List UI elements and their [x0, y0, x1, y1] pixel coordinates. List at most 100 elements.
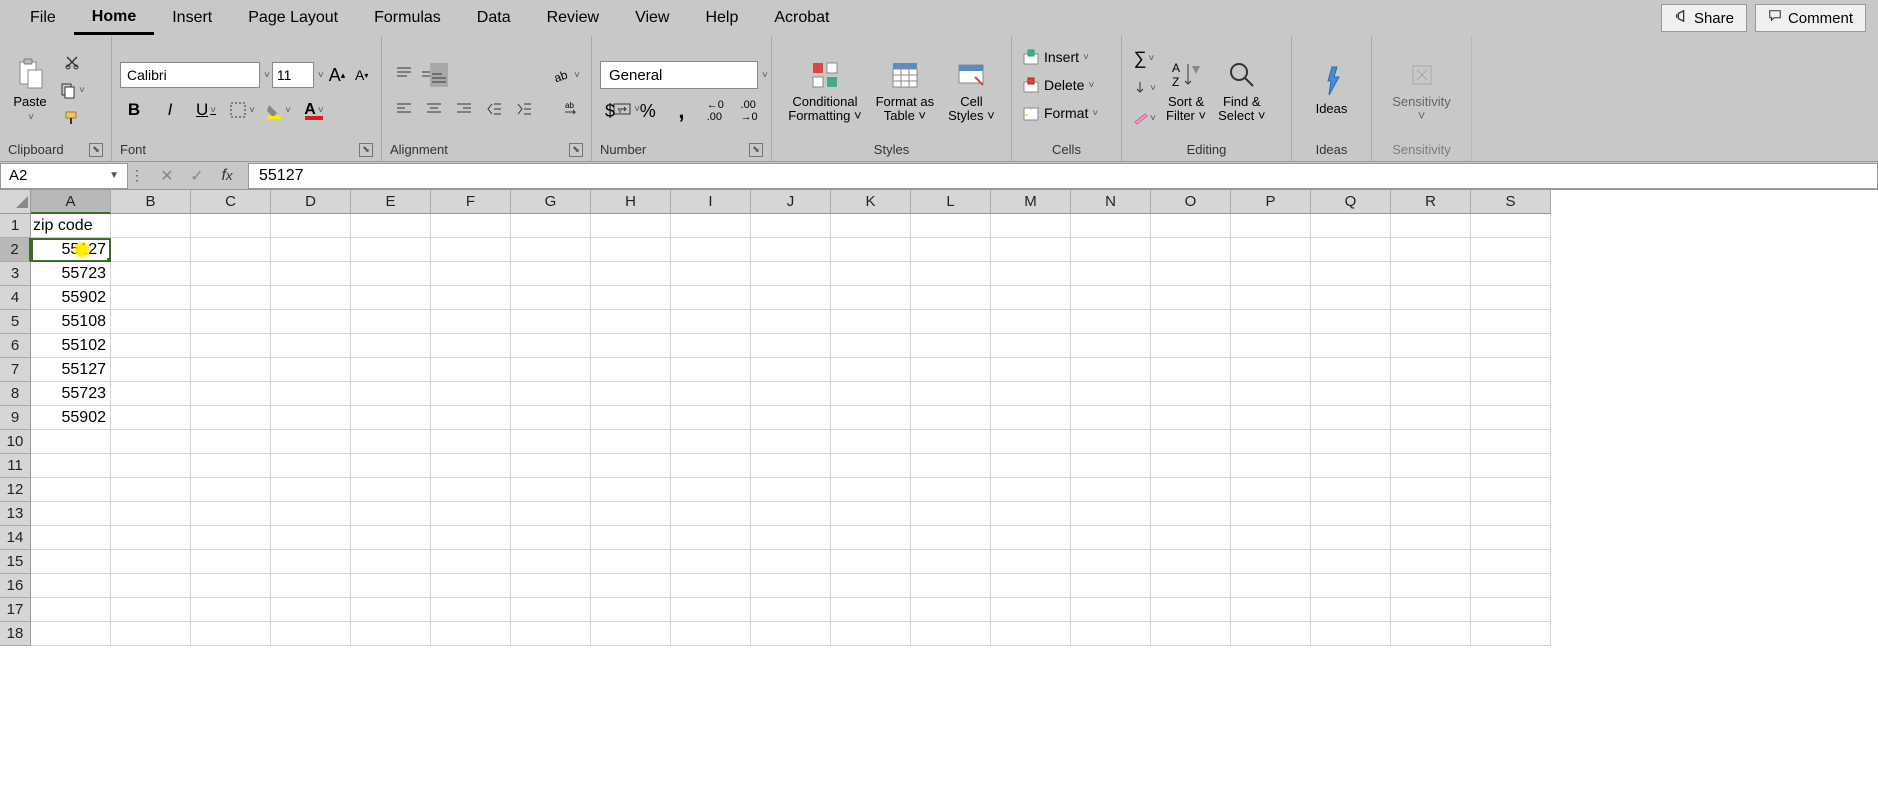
- cell[interactable]: [591, 382, 671, 406]
- cell[interactable]: [351, 238, 431, 262]
- cell[interactable]: [831, 574, 911, 598]
- row-header[interactable]: 16: [0, 574, 31, 598]
- cell[interactable]: [751, 358, 831, 382]
- cell[interactable]: [1311, 550, 1391, 574]
- cell[interactable]: [991, 358, 1071, 382]
- align-left-button[interactable]: [390, 97, 418, 121]
- cell[interactable]: [431, 454, 511, 478]
- cell[interactable]: [271, 430, 351, 454]
- cell[interactable]: [671, 238, 751, 262]
- cell[interactable]: [271, 598, 351, 622]
- cell[interactable]: [591, 598, 671, 622]
- cell[interactable]: [271, 454, 351, 478]
- cell[interactable]: [1071, 598, 1151, 622]
- cell[interactable]: [431, 598, 511, 622]
- cell[interactable]: [911, 574, 991, 598]
- cell[interactable]: [911, 478, 991, 502]
- cell[interactable]: [591, 430, 671, 454]
- number-format-input[interactable]: [600, 61, 758, 89]
- cell[interactable]: [831, 262, 911, 286]
- cell[interactable]: [271, 238, 351, 262]
- cell[interactable]: [1471, 574, 1551, 598]
- cell[interactable]: [511, 430, 591, 454]
- italic-button[interactable]: I: [156, 98, 184, 122]
- cell[interactable]: [751, 214, 831, 238]
- cell[interactable]: [111, 406, 191, 430]
- cell[interactable]: [1311, 406, 1391, 430]
- cell[interactable]: [671, 598, 751, 622]
- cell[interactable]: [351, 430, 431, 454]
- cell[interactable]: [351, 574, 431, 598]
- cell[interactable]: [831, 214, 911, 238]
- column-header[interactable]: K: [831, 190, 911, 214]
- cell[interactable]: [511, 262, 591, 286]
- column-header[interactable]: M: [991, 190, 1071, 214]
- cell[interactable]: [1311, 454, 1391, 478]
- cell[interactable]: [191, 238, 271, 262]
- cell[interactable]: [991, 214, 1071, 238]
- column-header[interactable]: R: [1391, 190, 1471, 214]
- column-header[interactable]: O: [1151, 190, 1231, 214]
- column-header[interactable]: N: [1071, 190, 1151, 214]
- cell[interactable]: [511, 454, 591, 478]
- cell[interactable]: [111, 622, 191, 646]
- cell[interactable]: [111, 382, 191, 406]
- cell[interactable]: [1071, 406, 1151, 430]
- cell[interactable]: [1391, 550, 1471, 574]
- cell[interactable]: [831, 598, 911, 622]
- cell[interactable]: [1311, 262, 1391, 286]
- cell[interactable]: [271, 622, 351, 646]
- cell[interactable]: [1391, 574, 1471, 598]
- select-all-corner[interactable]: [0, 190, 31, 214]
- cell[interactable]: [1311, 238, 1391, 262]
- cell[interactable]: [31, 622, 111, 646]
- row-header[interactable]: 14: [0, 526, 31, 550]
- cell[interactable]: [1231, 358, 1311, 382]
- cell[interactable]: [1231, 454, 1311, 478]
- cell[interactable]: [191, 358, 271, 382]
- cell[interactable]: [271, 382, 351, 406]
- cell[interactable]: [1471, 406, 1551, 430]
- cell[interactable]: [271, 358, 351, 382]
- cell[interactable]: [1071, 478, 1151, 502]
- cell[interactable]: [431, 310, 511, 334]
- column-header[interactable]: E: [351, 190, 431, 214]
- cell[interactable]: [1071, 430, 1151, 454]
- cell[interactable]: [1151, 526, 1231, 550]
- cell[interactable]: [1391, 598, 1471, 622]
- cell[interactable]: [751, 526, 831, 550]
- cell[interactable]: [1391, 382, 1471, 406]
- cell[interactable]: [351, 214, 431, 238]
- cell[interactable]: [1231, 310, 1311, 334]
- column-header[interactable]: I: [671, 190, 751, 214]
- cell-styles-button[interactable]: CellStyles ˅: [944, 40, 999, 140]
- cell[interactable]: [1231, 382, 1311, 406]
- cell[interactable]: [1471, 238, 1551, 262]
- cell[interactable]: [751, 574, 831, 598]
- row-header[interactable]: 18: [0, 622, 31, 646]
- cell[interactable]: [1391, 502, 1471, 526]
- cell[interactable]: [751, 430, 831, 454]
- row-header[interactable]: 5: [0, 310, 31, 334]
- cell[interactable]: [191, 574, 271, 598]
- cell[interactable]: [431, 382, 511, 406]
- cell[interactable]: [1311, 502, 1391, 526]
- cell[interactable]: [751, 550, 831, 574]
- ideas-button[interactable]: Ideas: [1310, 40, 1354, 140]
- formula-bar[interactable]: 55127: [248, 163, 1878, 189]
- cell[interactable]: [1151, 262, 1231, 286]
- chevron-down-icon[interactable]: ˅: [318, 70, 324, 81]
- cell[interactable]: [111, 574, 191, 598]
- underline-button[interactable]: U˅: [192, 98, 220, 122]
- clipboard-launcher[interactable]: ⬊: [89, 143, 103, 157]
- cell[interactable]: [111, 454, 191, 478]
- cell[interactable]: [111, 286, 191, 310]
- cell[interactable]: [591, 310, 671, 334]
- cell[interactable]: [751, 406, 831, 430]
- column-header[interactable]: B: [111, 190, 191, 214]
- cell[interactable]: [751, 334, 831, 358]
- align-bottom-button[interactable]: [430, 63, 448, 87]
- cell[interactable]: [991, 406, 1071, 430]
- cell[interactable]: [111, 502, 191, 526]
- font-size-input[interactable]: [272, 62, 314, 88]
